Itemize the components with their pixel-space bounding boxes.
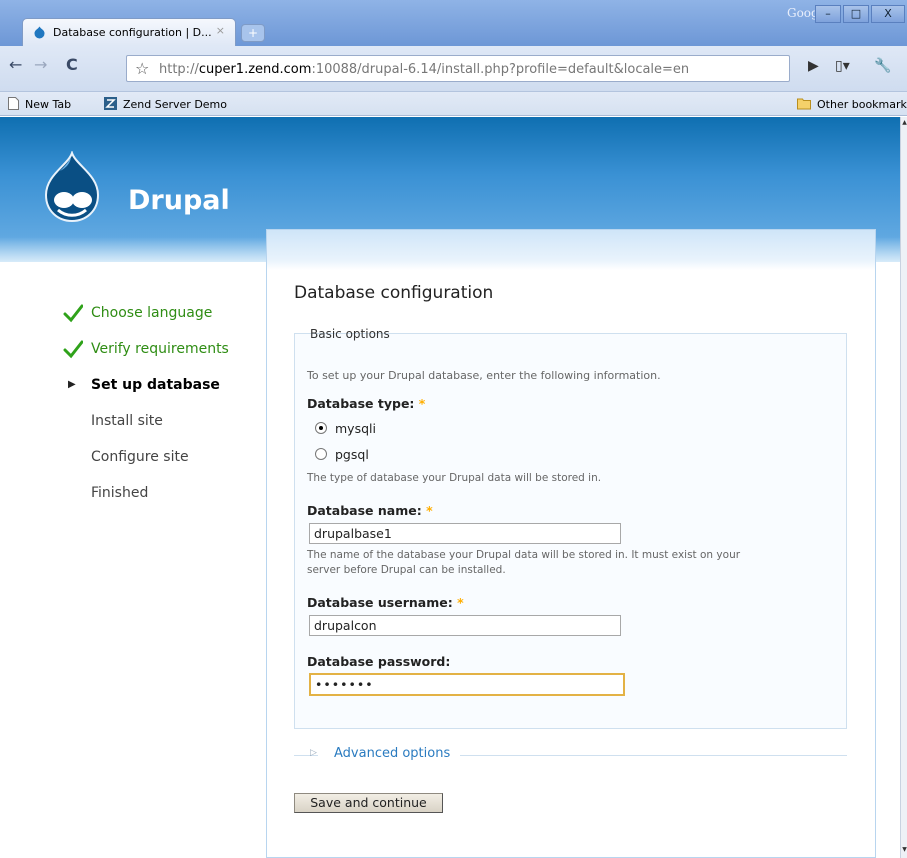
new-tab-button[interactable]: + [241, 24, 265, 42]
basic-options-fieldset: Basic options To set up your Drupal data… [294, 327, 847, 729]
close-window-button[interactable]: X [871, 5, 905, 23]
forward-arrow-icon[interactable]: → [34, 55, 47, 74]
reload-icon[interactable]: C [66, 55, 78, 74]
step-label: Install site [91, 413, 163, 429]
current-step-arrow-icon: ▶ [68, 379, 76, 390]
step-install-site: Install site [62, 403, 262, 439]
install-steps: Choose language Verify requirements ▶ Se… [62, 295, 262, 511]
step-configure-site: Configure site [62, 439, 262, 475]
radio-button-selected[interactable] [315, 422, 327, 434]
advanced-fieldset-border-right [460, 755, 847, 756]
radio-pgsql[interactable]: pgsql [315, 447, 369, 462]
db-username-input[interactable]: drupalcon [309, 615, 621, 636]
bookmark-other-bookmarks[interactable]: Other bookmarks [797, 97, 907, 111]
db-password-label: Database password: [307, 654, 451, 669]
bookmarks-bar: New Tab Zend Server Demo Other bookmarks [0, 92, 907, 116]
drupal-logo-icon [44, 151, 100, 223]
address-bar[interactable]: ☆ http://cuper1.zend.com:10088/drupal-6.… [126, 55, 790, 82]
folder-icon [797, 98, 811, 110]
checkmark-icon [63, 304, 83, 323]
tab-title: Database configuration | D... [53, 26, 212, 39]
fieldset-legend: Basic options [310, 327, 390, 341]
scroll-up-icon[interactable]: ▲ [901, 119, 907, 128]
browser-toolbar: ← → C ☆ http://cuper1.zend.com:10088/dru… [0, 46, 907, 92]
step-label: Verify requirements [91, 341, 229, 357]
required-marker: * [418, 396, 426, 411]
db-username-label: Database username: * [307, 595, 464, 610]
bookmark-new-tab[interactable]: New Tab [8, 97, 71, 111]
zend-icon [104, 97, 117, 110]
intro-text: To set up your Drupal database, enter th… [307, 369, 661, 382]
step-verify-requirements: Verify requirements [62, 331, 262, 367]
browser-tab-active[interactable]: Database configuration | D... × [22, 18, 236, 46]
db-name-description-line1: The name of the database your Drupal dat… [307, 549, 741, 561]
radio-button[interactable] [315, 448, 327, 460]
radio-label-pgsql: pgsql [335, 447, 369, 462]
step-label: Set up database [91, 377, 220, 393]
radio-label-mysqli: mysqli [335, 421, 376, 436]
tab-close-icon[interactable]: × [216, 24, 225, 37]
radio-mysqli[interactable]: mysqli [315, 421, 376, 436]
db-type-description: The type of database your Drupal data wi… [307, 472, 602, 484]
page-scrollbar[interactable]: ▲ ▼ [900, 117, 907, 858]
page-icon [8, 97, 19, 110]
back-arrow-icon[interactable]: ← [9, 55, 22, 74]
db-name-label: Database name: * [307, 503, 433, 518]
page-menu-icon[interactable]: ▯▾ [835, 58, 850, 74]
step-set-up-database: ▶ Set up database [62, 367, 262, 403]
save-and-continue-button[interactable]: Save and continue [294, 793, 443, 813]
wrench-menu-icon[interactable]: 🔧 [874, 58, 891, 74]
browser-titlebar: Database configuration | D... × + Google… [0, 0, 907, 46]
address-bar-url: http://cuper1.zend.com:10088/drupal-6.14… [159, 62, 690, 77]
maximize-button[interactable]: □ [843, 5, 869, 23]
expand-triangle-icon[interactable]: ▷ [310, 748, 317, 758]
step-finished: Finished [62, 475, 262, 511]
required-marker: * [426, 503, 433, 518]
site-name[interactable]: Drupal [128, 185, 230, 216]
db-name-description-line2: server before Drupal can be installed. [307, 564, 506, 576]
drupal-favicon-icon [34, 26, 45, 39]
step-label: Finished [91, 485, 149, 501]
scroll-down-icon[interactable]: ▼ [901, 846, 907, 855]
step-choose-language: Choose language [62, 295, 262, 331]
advanced-options-link[interactable]: Advanced options [334, 746, 450, 761]
required-marker: * [457, 595, 464, 610]
go-arrow-icon[interactable]: ▶ [808, 58, 819, 74]
drupal-install-page: Drupal Choose language Verify requiremen… [0, 117, 900, 858]
step-label: Configure site [91, 449, 189, 465]
bookmark-star-icon[interactable]: ☆ [135, 59, 149, 78]
db-password-input[interactable]: ••••••• [309, 673, 625, 696]
step-label: Choose language [91, 305, 213, 321]
minimize-button[interactable]: – [815, 5, 841, 23]
db-type-label: Database type: * [307, 396, 426, 411]
checkmark-icon [63, 340, 83, 359]
bookmark-zend-server-demo[interactable]: Zend Server Demo [104, 97, 227, 111]
page-title: Database configuration [294, 283, 494, 303]
db-name-input[interactable]: drupalbase1 [309, 523, 621, 544]
